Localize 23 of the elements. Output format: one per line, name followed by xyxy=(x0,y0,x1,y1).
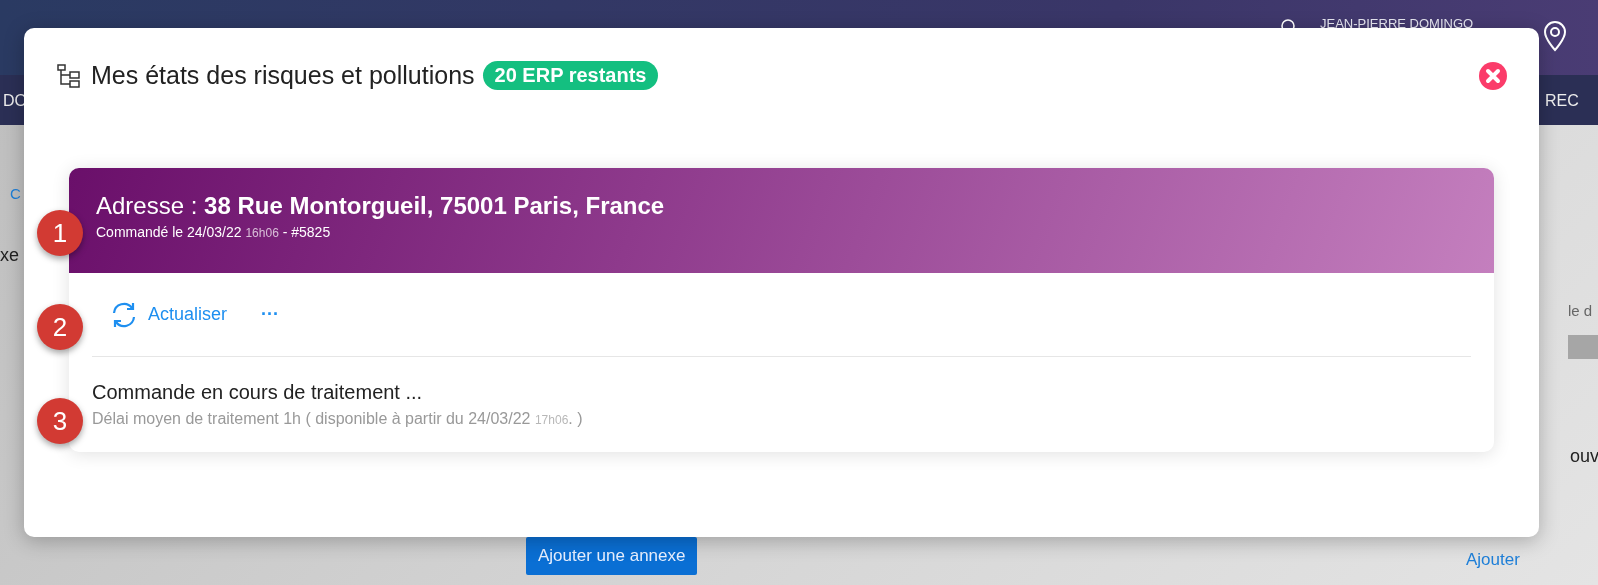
modal-title: Mes états des risques et pollutions xyxy=(91,61,475,90)
order-info: Commandé le 24/03/22 16h06 - #5825 xyxy=(96,224,332,240)
section-title: xe xyxy=(0,245,19,266)
status-detail: Délai moyen de traitement 1h ( disponible à partir du 24/03/22 17h06. ) xyxy=(92,410,584,428)
field-label: le d xyxy=(1568,302,1593,319)
refresh-icon xyxy=(110,300,138,329)
add-link[interactable]: Ajouter xyxy=(1466,550,1520,570)
step-number: 3 xyxy=(37,398,83,444)
add-annex-button[interactable]: Ajouter une annexe xyxy=(526,537,698,575)
remaining-count-badge: 20 ERP restants xyxy=(482,61,659,90)
side-link[interactable]: C xyxy=(10,185,21,202)
address-text: Adresse : 38 Rue Montorgueil, 75001 Paris, France xyxy=(96,192,666,220)
close-icon[interactable] xyxy=(1478,60,1508,91)
nav-item[interactable]: REC xyxy=(1545,92,1579,110)
folder-tree-icon xyxy=(55,61,83,90)
step-number: 2 xyxy=(37,304,83,350)
user-name[interactable]: JEAN-PIERRE DOMINGO xyxy=(1320,16,1474,31)
refresh-button[interactable]: Actualiser xyxy=(110,300,228,329)
location-pin-icon[interactable] xyxy=(1543,20,1567,52)
more-button[interactable]: ··· xyxy=(257,304,283,325)
status-title: Commande en cours de traitement ... xyxy=(92,381,424,404)
step-number: 1 xyxy=(37,210,83,256)
table-header-bar xyxy=(1568,335,1598,359)
